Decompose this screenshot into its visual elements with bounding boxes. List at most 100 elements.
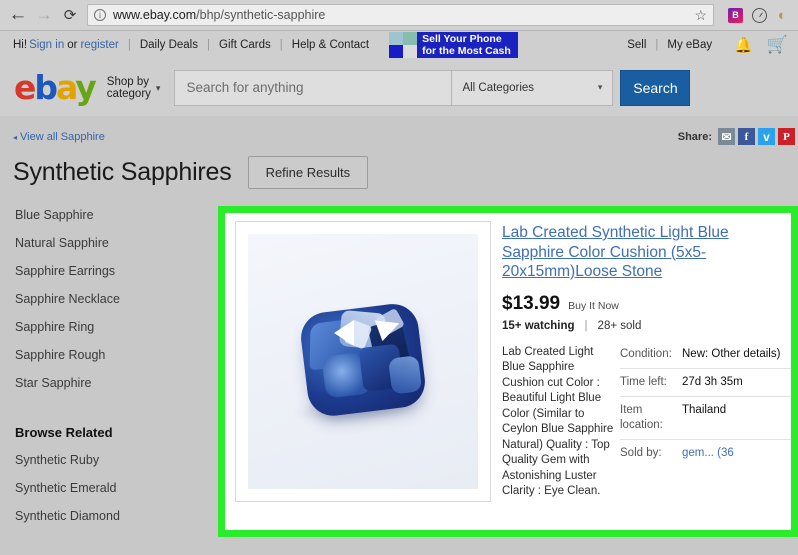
listing-info: Lab Created Synthetic Light Blue Sapphir… [491, 221, 791, 530]
url-host: www.ebay.com [113, 8, 197, 22]
search-input[interactable]: Search for anything [174, 69, 452, 106]
nav-divider: | [207, 39, 210, 51]
banner-swatches-2 [389, 45, 418, 58]
shop-by-line-1: Shop by [106, 75, 149, 88]
sidebar-item-blue-sapphire[interactable]: Blue Sapphire [13, 201, 203, 229]
chevron-left-icon: ◂ [13, 132, 18, 142]
chevron-down-icon: ▾ [155, 82, 161, 93]
listing-price: $13.99 [502, 292, 561, 314]
spec-value: 27d 3h 35m [682, 375, 743, 388]
greeting-text: Hi! [13, 39, 28, 51]
search-button[interactable]: Search [620, 69, 691, 106]
watching-count: 15+ watching [502, 319, 575, 332]
reload-icon[interactable]: ⟳ [57, 2, 83, 28]
sell-link[interactable]: Sell [627, 39, 646, 51]
shop-by-category-button[interactable]: Shop by category ▾ [107, 76, 161, 100]
left-arrow-annotation-icon [334, 320, 354, 346]
spec-value: Thailand [682, 403, 727, 416]
my-ebay-link[interactable]: My eBay [667, 39, 712, 51]
shop-by-line-2: category [106, 87, 151, 100]
search-placeholder: Search for anything [186, 80, 304, 95]
help-contact-link[interactable]: Help & Contact [292, 39, 369, 51]
sidebar-item-natural-sapphire[interactable]: Natural Sapphire [13, 229, 203, 257]
sold-count: 28+ sold [597, 319, 642, 332]
spec-key: Condition: [620, 347, 672, 360]
address-bar-url: www.ebay.com/bhp/synthetic-sapphire [113, 8, 325, 22]
profile-avatar-icon[interactable]: ◖ [776, 7, 792, 24]
listing-spec-table: Condition: New: Other details) Time left… [620, 345, 791, 500]
title-row: Synthetic Sapphires Refine Results [13, 156, 369, 189]
sidebar-item-sapphire-necklace[interactable]: Sapphire Necklace [13, 285, 203, 313]
shopping-cart-icon[interactable]: 🛒 [767, 35, 788, 55]
share-label: Share: [677, 130, 712, 143]
notifications-bell-icon[interactable]: 🔔 [734, 36, 753, 54]
listing-description: Lab Created Light Blue Sapphire Cushion … [502, 345, 614, 498]
sidebar-item-synthetic-emerald[interactable]: Synthetic Emerald [13, 474, 203, 502]
twitter-share-icon[interactable]: ᴠ [758, 128, 775, 145]
ebay-header: ebay Shop by category ▾ Search for anyth… [0, 59, 798, 116]
sidebar-item-sapphire-ring[interactable]: Sapphire Ring [13, 313, 203, 341]
category-select-value: All Categories [462, 81, 535, 94]
forward-arrow-icon: → [35, 5, 53, 24]
price-row: $13.99 Buy It Now [502, 293, 791, 315]
speedometer-extension-icon[interactable] [752, 7, 767, 23]
global-nav-left: Hi! Sign in or register | Daily Deals | … [0, 39, 369, 51]
page-title: Synthetic Sapphires [13, 158, 232, 186]
breadcrumb-label: View all Sapphire [20, 131, 105, 143]
browser-extensions: B ◖ [720, 7, 798, 24]
sell-your-phone-banner[interactable]: Sell Your Phone for the Most Cash [389, 32, 518, 58]
register-link[interactable]: register [80, 39, 118, 51]
listing-image-panel[interactable] [235, 221, 491, 502]
sign-in-link[interactable]: Sign in [29, 39, 64, 51]
banner-line-1: Sell Your Phone [422, 33, 502, 45]
logo-letter-y: y [75, 68, 96, 107]
logo-letter-e: e [14, 68, 36, 107]
sidebar-item-synthetic-diamond[interactable]: Synthetic Diamond [13, 502, 203, 530]
screenshot-root: ← → ⟳ i www.ebay.com/bhp/synthetic-sapph… [0, 0, 798, 555]
url-path: /bhp/synthetic-sapphire [196, 8, 326, 22]
site-info-icon[interactable]: i [94, 9, 106, 21]
browse-related-heading: Browse Related [15, 425, 113, 440]
chevron-down-icon: ▾ [597, 82, 603, 92]
bookmark-star-icon[interactable]: ☆ [694, 7, 707, 24]
breadcrumb[interactable]: ◂ View all Sapphire [13, 131, 105, 143]
sapphire-gem-graphic [298, 300, 428, 419]
sidebar-item-synthetic-ruby[interactable]: Synthetic Ruby [13, 446, 203, 474]
global-nav-right: Sell | My eBay 🔔 🛒 [627, 35, 798, 55]
sidebar-item-sapphire-earrings[interactable]: Sapphire Earrings [13, 257, 203, 285]
spec-row-condition: Condition: New: Other details) [620, 345, 791, 368]
logo-letter-b: b [34, 68, 58, 107]
sidebar-item-sapphire-rough[interactable]: Sapphire Rough [13, 341, 203, 369]
or-text: or [67, 39, 78, 51]
search-bar: Search for anything All Categories ▾ Sea… [174, 69, 691, 106]
listing-lower: Lab Created Light Blue Sapphire Cushion … [502, 345, 791, 500]
back-arrow-icon[interactable]: ← [5, 2, 31, 28]
nav-divider: | [655, 39, 659, 51]
share-bar: Share: ✉ f ᴠ P [678, 128, 798, 145]
pinterest-share-icon[interactable]: P [778, 128, 795, 145]
spec-key: Time left: [620, 375, 667, 388]
nav-divider: | [127, 39, 131, 51]
buy-it-now-label: Buy It Now [568, 299, 619, 312]
listing-title-link[interactable]: Lab Created Synthetic Light Blue Sapphir… [502, 224, 729, 280]
refine-results-button[interactable]: Refine Results [247, 156, 369, 189]
listing-card[interactable]: Lab Created Synthetic Light Blue Sapphir… [225, 213, 791, 530]
gift-cards-link[interactable]: Gift Cards [219, 39, 271, 51]
facebook-share-icon[interactable]: f [738, 128, 755, 145]
ebay-global-nav: Hi! Sign in or register | Daily Deals | … [0, 31, 798, 59]
sidebar-item-star-sapphire[interactable]: Star Sapphire [13, 369, 203, 397]
page-content: ◂ View all Sapphire Share: ✉ f ᴠ P Synth… [0, 116, 798, 555]
extension-badge-icon[interactable]: B [728, 7, 743, 23]
category-select[interactable]: All Categories ▾ [451, 69, 614, 106]
email-share-icon[interactable]: ✉ [718, 128, 735, 145]
address-bar[interactable]: i www.ebay.com/bhp/synthetic-sapphire ☆ [87, 4, 714, 26]
browser-toolbar: ← → ⟳ i www.ebay.com/bhp/synthetic-sapph… [0, 0, 798, 31]
nav-divider: | [279, 39, 283, 51]
ebay-logo[interactable]: ebay [14, 68, 97, 107]
spec-row-sold-by: Sold by: gem... (36 [620, 438, 791, 467]
meta-divider: | [584, 319, 588, 332]
spec-row-item-location: Item location: Thailand [620, 395, 791, 439]
seller-link[interactable]: gem... (36 [682, 446, 734, 461]
logo-letter-a: a [56, 68, 77, 107]
daily-deals-link[interactable]: Daily Deals [140, 39, 198, 51]
